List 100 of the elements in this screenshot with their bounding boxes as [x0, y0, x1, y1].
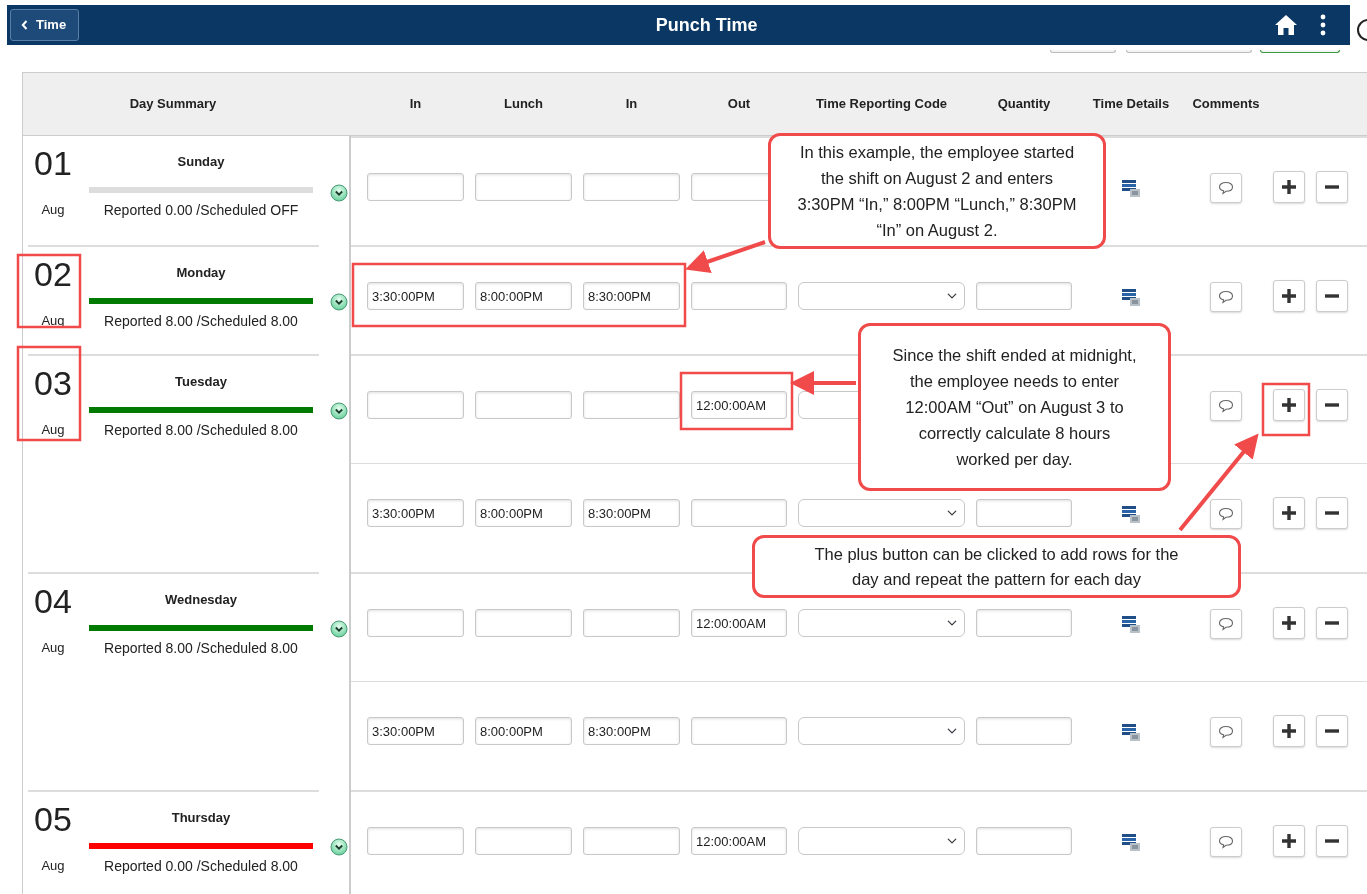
time-field[interactable]: 8:30:00PM — [583, 717, 680, 745]
remove-row-button[interactable] — [1316, 607, 1348, 639]
details-icon[interactable] — [1122, 615, 1140, 633]
time-field[interactable]: 3:30:00PM — [367, 282, 464, 310]
hours-summary: Reported 8.00 /Scheduled 8.00 — [104, 421, 298, 440]
month-label: Aug — [41, 639, 65, 657]
add-row-button[interactable] — [1273, 825, 1305, 857]
plus-icon — [1281, 288, 1297, 304]
speech-bubble-icon — [1218, 725, 1234, 739]
comment-button[interactable] — [1210, 173, 1242, 203]
toolbar-button[interactable] — [1260, 50, 1340, 53]
time-field[interactable]: 3:30:00PM — [367, 717, 464, 745]
time-field[interactable] — [691, 717, 787, 745]
time-field[interactable] — [691, 499, 787, 527]
time-field[interactable] — [367, 173, 464, 201]
page-title: Punch Time — [655, 14, 758, 35]
expand-icon[interactable] — [330, 620, 348, 638]
column-header: In — [408, 95, 423, 114]
comment-button[interactable] — [1210, 499, 1242, 529]
time-field[interactable]: 3:30:00PM — [367, 499, 464, 527]
time-field[interactable] — [583, 827, 680, 855]
plus-icon — [1281, 833, 1297, 849]
hours-summary: Reported 0.00 /Scheduled OFF — [103, 201, 299, 220]
details-icon[interactable] — [1122, 179, 1140, 197]
comment-button[interactable] — [1210, 391, 1242, 421]
quantity-field[interactable] — [976, 717, 1072, 745]
details-icon[interactable] — [1122, 288, 1140, 306]
time-field[interactable] — [583, 173, 680, 201]
speech-bubble-icon — [1218, 835, 1234, 849]
comment-button[interactable] — [1210, 609, 1242, 639]
time-field[interactable] — [475, 827, 572, 855]
time-field[interactable]: 8:00:00PM — [475, 717, 572, 745]
expand-icon[interactable] — [330, 293, 348, 311]
details-icon[interactable] — [1122, 833, 1140, 851]
time-field[interactable] — [583, 609, 680, 637]
column-header: Day Summary — [129, 96, 217, 112]
plus-icon — [1281, 505, 1297, 521]
expand-icon[interactable] — [330, 402, 348, 420]
quantity-field[interactable] — [976, 827, 1072, 855]
comment-button[interactable] — [1210, 717, 1242, 747]
column-header: Quantity — [996, 95, 1052, 114]
weekday-label: Sunday — [177, 153, 225, 171]
weekday-label: Thursday — [171, 809, 231, 827]
day-number: 02 — [34, 255, 72, 293]
time-field[interactable]: 12:00:00AM — [691, 609, 787, 637]
time-field[interactable]: 12:00:00AM — [691, 827, 787, 855]
add-row-button[interactable] — [1273, 280, 1305, 312]
time-field[interactable] — [367, 391, 464, 419]
quantity-field[interactable] — [976, 282, 1072, 310]
back-button[interactable]: Time — [10, 9, 80, 41]
time-field[interactable]: 8:00:00PM — [475, 499, 572, 527]
remove-row-button[interactable] — [1316, 280, 1348, 312]
weekday-label: Monday — [176, 264, 226, 282]
remove-row-button[interactable] — [1316, 825, 1348, 857]
remove-row-button[interactable] — [1316, 497, 1348, 529]
column-header: In — [624, 95, 639, 114]
remove-row-button[interactable] — [1316, 715, 1348, 747]
add-row-button[interactable] — [1273, 715, 1305, 747]
time-field[interactable]: 12:00:00AM — [691, 391, 787, 419]
hours-summary: Reported 0.00 /Scheduled 8.00 — [104, 857, 298, 876]
time-field[interactable]: 8:00:00PM — [475, 282, 572, 310]
plus-icon — [1281, 615, 1297, 631]
remove-row-button[interactable] — [1316, 389, 1348, 421]
details-icon[interactable] — [1122, 505, 1140, 523]
callout-tooltip: In this example, the employee started the shift on August 2 and enters 3:30PM “In,” 8:00PM “Lunch,” 8:30PM “In” on August 2. — [768, 133, 1106, 249]
quantity-field[interactable] — [976, 499, 1072, 527]
remove-row-button[interactable] — [1316, 171, 1348, 203]
column-header: Lunch — [503, 95, 544, 114]
home-icon[interactable] — [1274, 14, 1298, 36]
plus-icon — [1281, 397, 1297, 413]
plus-icon — [1281, 179, 1297, 195]
arrow — [790, 371, 856, 395]
time-field[interactable] — [475, 173, 572, 201]
month-label: Aug — [41, 421, 65, 439]
time-field[interactable]: 8:30:00PM — [583, 499, 680, 527]
time-field[interactable]: 8:30:00PM — [583, 282, 680, 310]
time-field[interactable] — [475, 609, 572, 637]
time-field[interactable] — [367, 827, 464, 855]
hours-summary: Reported 8.00 /Scheduled 8.00 — [104, 312, 298, 331]
time-field[interactable] — [691, 282, 787, 310]
add-row-button[interactable] — [1273, 389, 1305, 421]
menu-icon[interactable] — [1320, 14, 1326, 36]
details-icon[interactable] — [1122, 723, 1140, 741]
column-header: Time Reporting Code — [814, 95, 949, 114]
day-number: 03 — [34, 364, 72, 402]
time-field[interactable] — [583, 391, 680, 419]
comment-button[interactable] — [1210, 827, 1242, 857]
add-row-button[interactable] — [1273, 607, 1305, 639]
quantity-field[interactable] — [976, 609, 1072, 637]
expand-icon[interactable] — [330, 838, 348, 856]
expand-icon[interactable] — [330, 184, 348, 202]
month-label: Aug — [41, 857, 65, 875]
day-number: 01 — [34, 144, 72, 182]
add-row-button[interactable] — [1273, 171, 1305, 203]
speech-bubble-icon — [1218, 507, 1234, 521]
time-field[interactable] — [475, 391, 572, 419]
column-header: Out — [726, 95, 752, 114]
comment-button[interactable] — [1210, 282, 1242, 312]
add-row-button[interactable] — [1273, 497, 1305, 529]
time-field[interactable] — [367, 609, 464, 637]
